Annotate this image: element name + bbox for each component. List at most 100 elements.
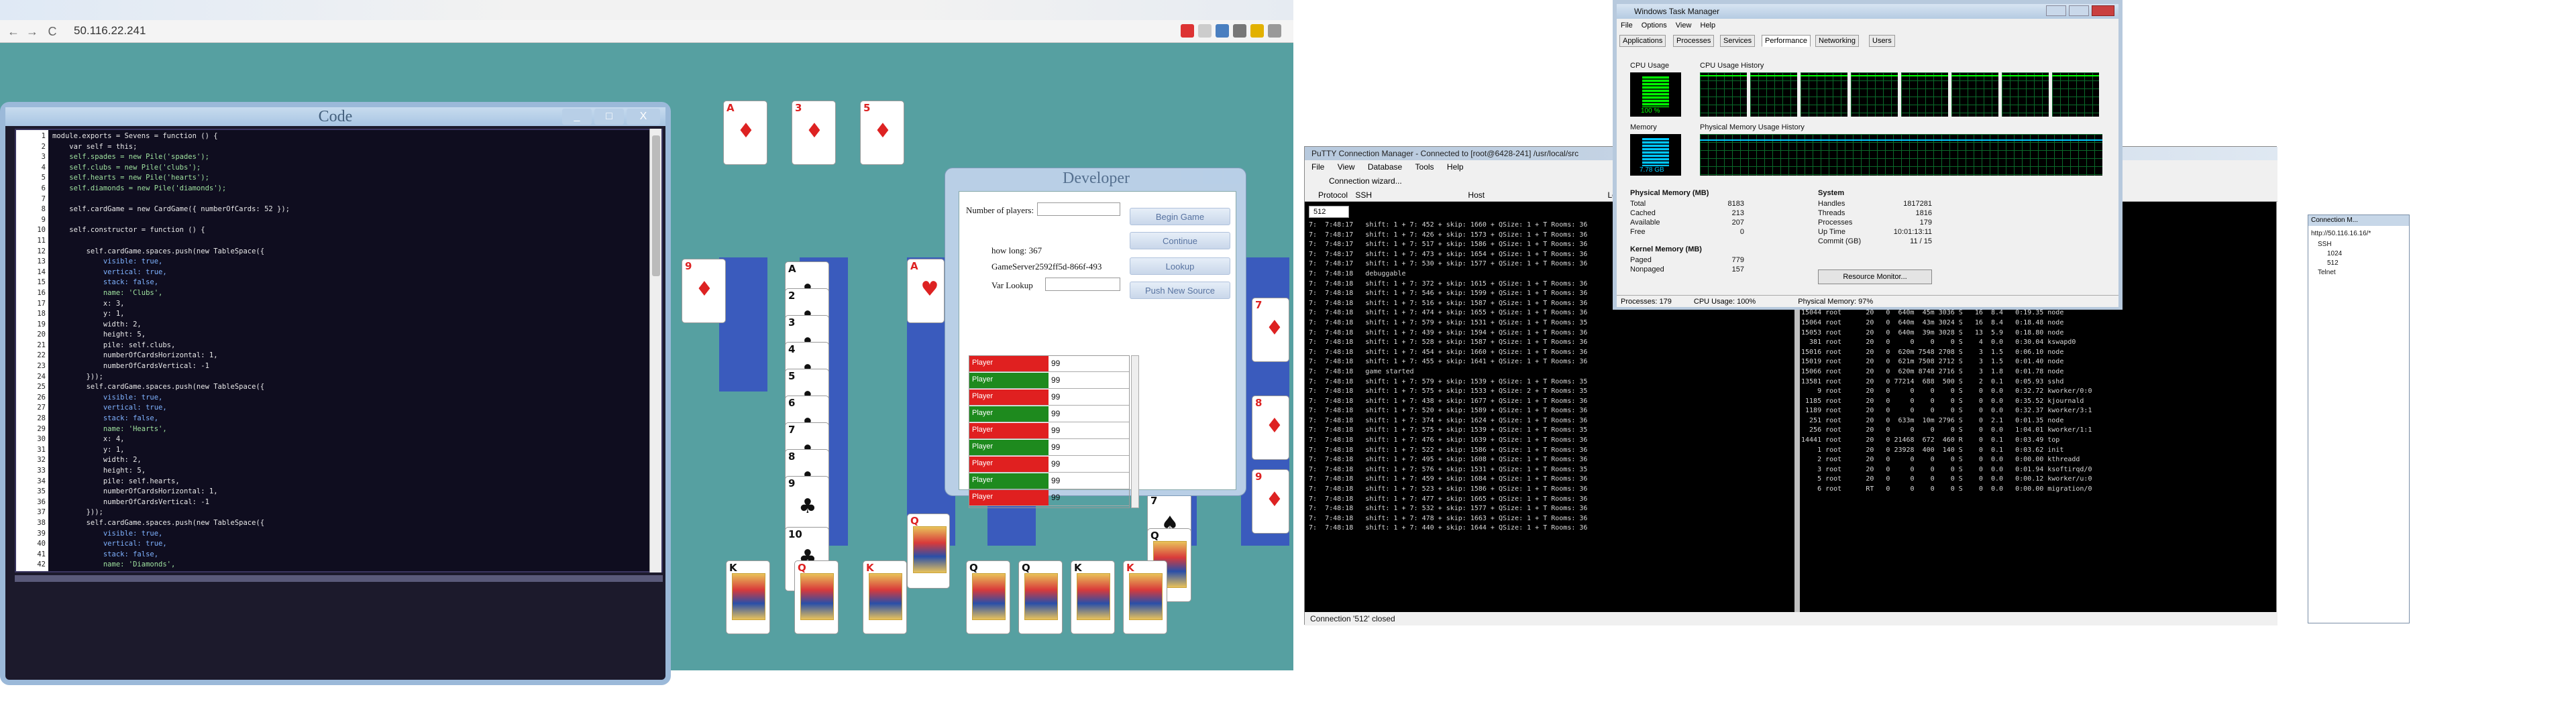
minimize-button[interactable]: _ xyxy=(562,109,592,125)
stat-label: Commit (GB) xyxy=(1818,237,1862,245)
tree-item-ssh[interactable]: SSH xyxy=(2318,241,2332,248)
table-row[interactable]: Player 99 xyxy=(969,389,1129,406)
restore-button[interactable]: □ xyxy=(594,109,624,125)
playing-card[interactable]: 9 ♦ xyxy=(1252,469,1289,534)
players-table-scrollbar[interactable] xyxy=(1131,355,1139,508)
playing-card[interactable]: K xyxy=(863,560,907,634)
close-button[interactable]: X xyxy=(627,109,660,125)
tree-item-telnet[interactable]: Telnet xyxy=(2318,269,2336,276)
menu-tools[interactable]: Tools xyxy=(1415,162,1434,172)
tab-users[interactable]: Users xyxy=(1869,35,1895,47)
playing-card[interactable]: K xyxy=(1071,560,1115,634)
card-suit: ♦ xyxy=(695,278,714,301)
players-input[interactable] xyxy=(1037,202,1120,216)
dialog-close-button[interactable] xyxy=(1224,170,1243,184)
stat-value: 11 / 15 xyxy=(1910,237,1932,245)
tree-item-512[interactable]: 512 xyxy=(2327,259,2339,267)
dialog-button[interactable] xyxy=(1203,170,1222,184)
table-row[interactable]: Player 99 xyxy=(969,406,1129,422)
task-manager-title[interactable]: Windows Task Manager xyxy=(1617,4,2118,19)
tree-item-1024[interactable]: 1024 xyxy=(2327,250,2342,257)
menu-help[interactable]: Help xyxy=(1447,162,1464,172)
code-scrollbar[interactable] xyxy=(649,129,661,572)
terminal-line: 2 root 20 0 0 0 0 S 0 0.0 0:00.00 kthrea… xyxy=(1801,456,2080,464)
code-line: })); xyxy=(52,372,103,381)
code-editor[interactable]: 1 2 3 4 5 6 7 8 9 10 11 12 13 14 15 16 17 18 19 20 21 22 23 24 2… xyxy=(15,129,663,572)
connection-manager-title[interactable]: Connection M... xyxy=(2308,215,2409,226)
maximize-button[interactable] xyxy=(2069,5,2089,16)
lookup-button[interactable]: Lookup xyxy=(1130,257,1230,275)
address-bar[interactable]: 50.116.22.241 xyxy=(74,24,146,38)
resource-monitor-button[interactable]: Resource Monitor... xyxy=(1818,269,1932,284)
tab-processes[interactable]: Processes xyxy=(1673,35,1715,47)
code-line: stack: false, xyxy=(52,550,159,558)
playing-card[interactable]: A ♥ xyxy=(907,259,945,323)
stat-value: 179 xyxy=(1919,219,1932,227)
line-number: 29 xyxy=(37,424,46,433)
reload-button[interactable]: C xyxy=(44,23,60,40)
continue-button[interactable]: Continue xyxy=(1130,232,1230,249)
connection-wizard-button[interactable]: Connection wizard... xyxy=(1329,176,1402,186)
playing-card[interactable]: Q xyxy=(966,560,1010,634)
bookmark-icon[interactable] xyxy=(1233,24,1246,38)
forward-button[interactable]: → xyxy=(24,23,40,40)
table-row[interactable]: Player 99 xyxy=(969,373,1129,389)
developer-dialog-title[interactable]: Developer xyxy=(945,168,1247,188)
menu-view[interactable]: View xyxy=(1338,162,1355,172)
line-number: 5 xyxy=(41,174,46,182)
table-row[interactable]: Player 99 xyxy=(969,423,1129,439)
table-row[interactable]: Player 99 xyxy=(969,490,1129,506)
cpu-usage-value: 100 % xyxy=(1641,107,1660,115)
player-value-cell: 99 xyxy=(1051,442,1061,452)
tab-services[interactable]: Services xyxy=(1720,35,1756,47)
menu-options[interactable]: Options xyxy=(1642,21,1667,29)
session-tab[interactable]: 512 xyxy=(1309,206,1349,218)
terminal-line: 7: 7:48:18 shift: 1 + 7: 374 + skip: 162… xyxy=(1309,416,1588,424)
menu-view[interactable]: View xyxy=(1676,21,1692,29)
begin-game-button[interactable]: Begin Game xyxy=(1130,208,1230,225)
tab-networking[interactable]: Networking xyxy=(1815,35,1860,47)
wrench-icon[interactable] xyxy=(1268,24,1281,38)
playing-card[interactable]: 8 ♦ xyxy=(1252,396,1289,460)
protocol-value[interactable]: SSH xyxy=(1355,190,1372,200)
playing-card[interactable]: 9 ♦ xyxy=(682,259,726,323)
menu-help[interactable]: Help xyxy=(1701,21,1716,29)
memory-meter: 7.78 GB xyxy=(1630,134,1681,176)
cpu-core-graph xyxy=(1851,72,1898,117)
players-table[interactable]: Player 99 Player 99 Player 99 Player 99 Player 99… xyxy=(969,355,1130,508)
push-new-source-button[interactable]: Push New Source xyxy=(1130,282,1230,299)
tab-performance[interactable]: Performance xyxy=(1762,35,1811,47)
playing-card[interactable]: 5 ♦ xyxy=(860,101,904,165)
close-button[interactable] xyxy=(2092,5,2114,16)
menu-file[interactable]: File xyxy=(1621,21,1633,29)
menu-database[interactable]: Database xyxy=(1368,162,1402,172)
table-row[interactable]: Player 99 xyxy=(969,473,1129,489)
line-number: 34 xyxy=(37,477,46,485)
menu-file[interactable]: File xyxy=(1311,162,1324,172)
cpu-core-graph xyxy=(2052,72,2099,117)
playing-card[interactable]: 3 ♦ xyxy=(792,101,836,165)
page-icon[interactable] xyxy=(1198,24,1212,38)
table-row[interactable]: Player 99 xyxy=(969,457,1129,473)
stop-icon[interactable] xyxy=(1181,24,1194,38)
playing-card[interactable]: Q xyxy=(794,560,839,634)
share-icon[interactable] xyxy=(1216,24,1229,38)
playing-card[interactable]: A ♦ xyxy=(723,101,767,165)
tab-applications[interactable]: Applications xyxy=(1619,35,1666,47)
extension-icon[interactable] xyxy=(1250,24,1264,38)
dialog-button[interactable] xyxy=(1181,170,1200,184)
players-label: Number of players: xyxy=(966,205,1034,215)
code-text[interactable]: module.exports = Sevens = function () { … xyxy=(52,131,656,571)
back-button[interactable]: ← xyxy=(5,23,21,40)
playing-card[interactable]: Q xyxy=(907,514,950,589)
terminal-line: 7: 7:48:18 shift: 1 + 7: 495 + skip: 160… xyxy=(1309,456,1588,464)
table-row[interactable]: Player 99 xyxy=(969,356,1129,372)
minimize-button[interactable] xyxy=(2046,5,2066,16)
var-lookup-input[interactable] xyxy=(1045,278,1120,291)
tree-item-root[interactable]: http://50.116.16.16/* xyxy=(2311,230,2371,237)
playing-card[interactable]: K xyxy=(726,560,770,634)
playing-card[interactable]: Q xyxy=(1018,560,1063,634)
table-row[interactable]: Player 99 xyxy=(969,440,1129,456)
playing-card[interactable]: 7 ♦ xyxy=(1252,298,1289,362)
playing-card[interactable]: K xyxy=(1123,560,1167,634)
